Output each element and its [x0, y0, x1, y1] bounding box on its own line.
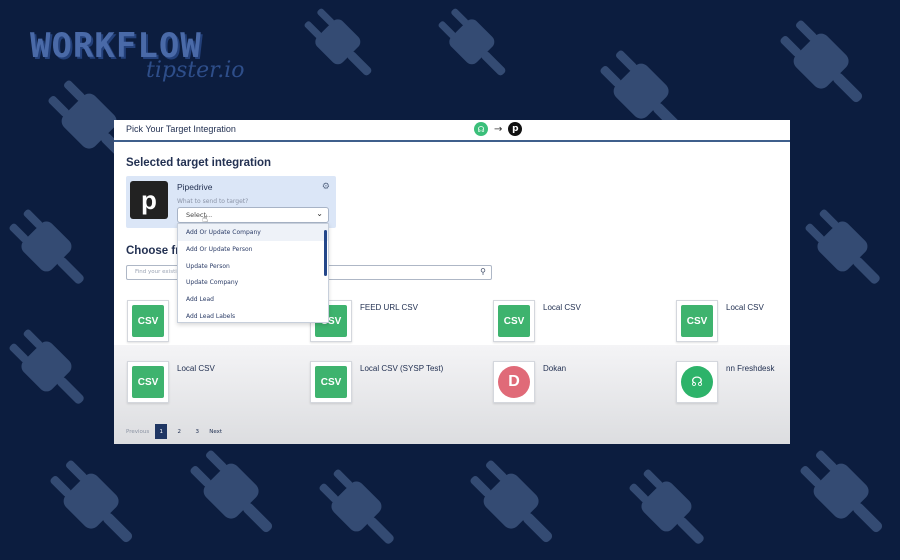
- plug-icon: [629, 469, 704, 544]
- action-dropdown-menu: Add Or Update Company Add Or Update Pers…: [177, 223, 329, 323]
- action-select[interactable]: Select... ⌄: [177, 207, 329, 223]
- dropdown-option[interactable]: Add Lead: [178, 291, 328, 308]
- plug-icon: [800, 450, 883, 533]
- integration-name: Pipedrive: [177, 182, 213, 192]
- search-icon[interactable]: ⚲: [480, 267, 486, 276]
- csv-icon: CSV: [676, 300, 718, 342]
- plug-icon: [304, 8, 372, 76]
- dropdown-scrollbar[interactable]: [324, 230, 327, 276]
- next-page-link[interactable]: Next: [209, 429, 222, 435]
- plug-icon: [50, 460, 133, 543]
- previous-page-link[interactable]: Previous: [126, 429, 149, 435]
- plug-icon: [470, 460, 553, 543]
- csv-icon: CSV: [310, 361, 352, 403]
- plug-icon: [190, 450, 273, 533]
- section-title: Selected target integration: [126, 157, 272, 169]
- dropdown-option[interactable]: Update Company: [178, 274, 328, 291]
- plug-icon: [780, 20, 863, 103]
- headset-icon: ☊: [681, 366, 713, 398]
- integration-flow: ☊ → p: [474, 122, 523, 136]
- plug-icon: [319, 469, 394, 544]
- action-hint: What to send to target?: [177, 198, 249, 205]
- plug-icon: [9, 329, 84, 404]
- plug-icon: [9, 209, 84, 284]
- pipedrive-logo: p: [508, 122, 523, 136]
- dropdown-option[interactable]: Add Or Update Person: [178, 241, 328, 258]
- brand-tagline: tipster.io: [146, 58, 245, 83]
- tile-name: Local CSV: [543, 303, 581, 312]
- arrow-right-icon: →: [494, 123, 503, 135]
- page-title: Pick Your Target Integration: [126, 124, 236, 134]
- page-link-2[interactable]: 2: [173, 424, 185, 439]
- tile-name: FEED URL CSV: [360, 303, 418, 312]
- freshdesk-icon: ☊: [676, 361, 718, 403]
- tile-name: Dokan: [543, 364, 567, 373]
- dropdown-option[interactable]: Add Or Update Company: [178, 224, 328, 241]
- tile-name: Local CSV (SYSP Test): [360, 364, 444, 373]
- settings-gear-icon[interactable]: ⚙: [322, 182, 330, 192]
- tile-name: Local CSV: [726, 303, 764, 312]
- csv-icon: CSV: [127, 361, 169, 403]
- page-link-3[interactable]: 3: [191, 424, 203, 439]
- header-bar: Pick Your Target Integration ☊ → p: [114, 120, 790, 142]
- headset-icon: ☊: [474, 122, 488, 136]
- integration-picker-window: Pick Your Target Integration ☊ → p Selec…: [114, 120, 790, 444]
- page-link-1[interactable]: 1: [155, 424, 168, 439]
- pagination: Previous 1 2 3 Next: [126, 424, 222, 439]
- csv-icon: CSV: [493, 300, 535, 342]
- plug-icon: [805, 209, 880, 284]
- plug-icon: [438, 8, 506, 76]
- dropdown-option[interactable]: Update Person: [178, 258, 328, 275]
- chevron-down-icon: ⌄: [316, 209, 323, 218]
- csv-icon: CSV: [127, 300, 169, 342]
- action-select-value: Select...: [186, 211, 213, 219]
- dropdown-option[interactable]: Add Lead Labels: [178, 308, 328, 322]
- dokan-icon: D: [493, 361, 535, 403]
- tile-name: nn Freshdesk: [726, 364, 775, 373]
- brand-logo: WORKFLOW tipster.io: [30, 26, 244, 83]
- tile-name: Local CSV: [177, 364, 215, 373]
- pipedrive-logo: p: [130, 181, 168, 219]
